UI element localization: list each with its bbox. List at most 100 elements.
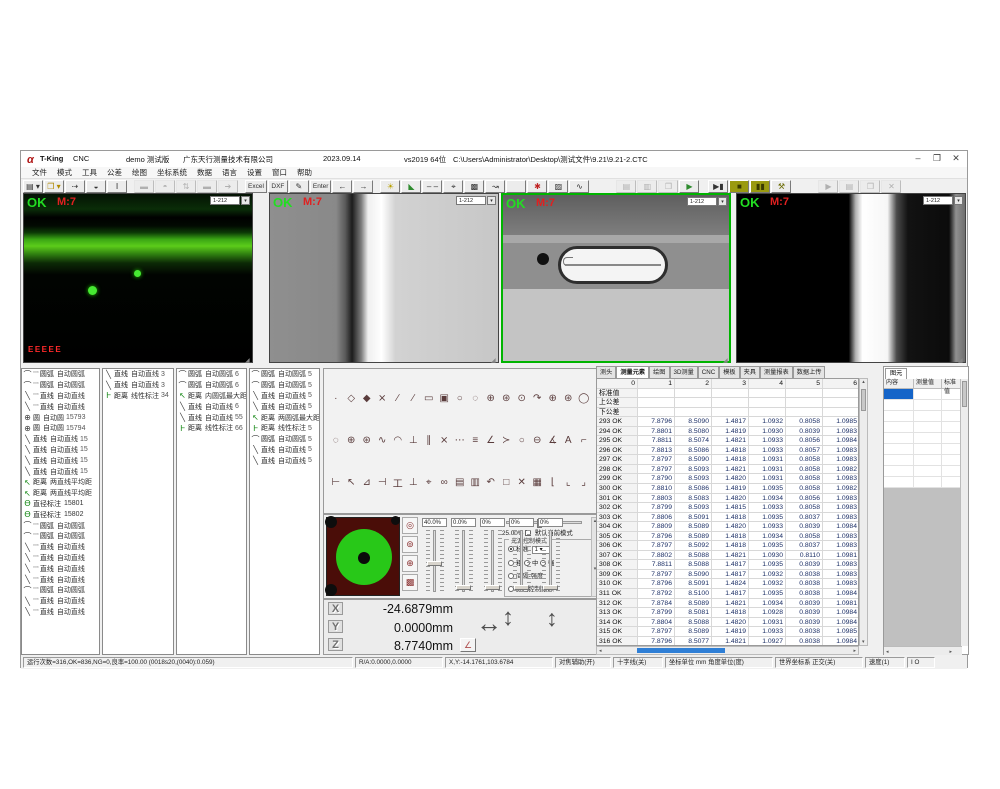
enter-button[interactable]: Enter [310, 180, 332, 193]
list-item[interactable]: ⌒***圆弧自动圆弧 [22, 380, 99, 391]
jog-z-icon[interactable]: ↕ [546, 605, 558, 632]
magnifier-button[interactable]: ⌖ [443, 180, 463, 193]
curve-tool-button[interactable]: ↝ [485, 180, 505, 193]
table-row[interactable]: 315 OK7.87978.50891.48191.09330.80381.09… [597, 627, 858, 637]
blank-tool-button[interactable] [506, 180, 526, 193]
tab-测头[interactable]: 测头 [596, 366, 616, 378]
camera-selector-arrow-icon[interactable]: ▾ [487, 196, 496, 205]
play-to-end-button[interactable]: ▶▮ [708, 180, 728, 193]
stop-button[interactable]: ■ [729, 180, 749, 193]
camera-view-4[interactable]: OK M:7 1-212 ▾ [736, 193, 966, 363]
measure-tool-icon[interactable]: ▤ [452, 477, 468, 488]
list-item[interactable]: ↖距离两圆弧最大距 [250, 412, 319, 423]
camera-selector-arrow-icon[interactable]: ▾ [954, 196, 963, 205]
figure-row[interactable] [884, 400, 962, 411]
arrow-left-button[interactable]: ← [332, 180, 352, 193]
measure-tool-icon[interactable]: ∕ [390, 393, 406, 404]
camera-selector-arrow-icon[interactable]: ▾ [718, 197, 727, 206]
measure-tool-icon[interactable]: ⊕ [545, 393, 561, 404]
light-bulb-button[interactable]: ☀ [380, 180, 400, 193]
resize-grip-icon[interactable]: ◢ [723, 357, 728, 364]
table-row[interactable]: 294 OK7.88018.50801.48191.09300.80391.09… [597, 427, 858, 437]
measure-tool-icon[interactable]: ▣ [437, 393, 453, 404]
menu-item-设置[interactable]: 设置 [242, 167, 267, 178]
measure-tool-icon[interactable]: ↷ [530, 393, 546, 404]
measure-tool-icon[interactable]: ⊢ [328, 477, 344, 488]
slider-thumb[interactable] [427, 561, 442, 566]
tab-测量报表[interactable]: 测量报表 [760, 366, 793, 378]
measure-tool-icon[interactable]: ≻ [499, 435, 515, 446]
list-item[interactable]: ⊕圆自动圆15794 [22, 423, 99, 434]
dither-button[interactable]: ▨ [548, 180, 568, 193]
table-row[interactable]: 296 OK7.88138.50861.48181.09330.80571.09… [597, 446, 858, 456]
figure-row[interactable] [884, 444, 962, 455]
list-item[interactable]: ╲直线自动直线5 [250, 391, 319, 402]
tab-夹具[interactable]: 夹具 [740, 366, 760, 378]
light-slider[interactable]: 40.0% [422, 518, 448, 596]
measure-tool-icon[interactable]: ↖ [344, 477, 360, 488]
measure-tool-icon[interactable]: ≡ [468, 435, 484, 446]
chart-tool-button[interactable]: ∿ [569, 180, 589, 193]
camera-view-1[interactable]: OK M:7 1-212 ▾ EEEEE [23, 193, 253, 363]
light-channel-icon[interactable]: ⊕ [402, 555, 418, 572]
list-item[interactable]: Ⱶ距离线性标注34 [103, 391, 173, 402]
list-item[interactable]: ╲直线自动直线5 [250, 401, 319, 412]
measure-tool-icon[interactable]: ↶ [483, 477, 499, 488]
list-item[interactable]: ╲直线自动直线3 [103, 380, 173, 391]
list-item[interactable]: Ⱶ距离线性标注66 [177, 423, 246, 434]
measure-tool-icon[interactable]: ◇ [344, 393, 360, 404]
table-row[interactable]: 300 OK7.88108.50861.48191.09350.80581.09… [597, 484, 858, 494]
light-channel-icon[interactable]: ⊚ [402, 536, 418, 553]
list-item[interactable]: ⌒***圆弧自动圆弧 [22, 369, 99, 380]
measure-tool-icon[interactable]: ⨯ [437, 435, 453, 446]
table-row[interactable]: 311 OK7.87928.51001.48171.09350.80381.09… [597, 589, 858, 599]
figure-row[interactable] [884, 477, 962, 488]
tab-数据上传[interactable]: 数据上传 [793, 366, 826, 378]
table-row[interactable]: 306 OK7.87978.50921.48181.09350.80371.09… [597, 541, 858, 551]
list-item[interactable]: ╲直线自动直线15 [22, 466, 99, 477]
table-row[interactable]: 305 OK7.87968.50891.48181.09340.80581.09… [597, 532, 858, 542]
laser-star-button[interactable]: ✱ [527, 180, 547, 193]
table-row[interactable]: 310 OK7.87968.50911.48241.09320.80381.09… [597, 579, 858, 589]
measure-tool-icon[interactable]: ∡ [545, 435, 561, 446]
slider-thumb[interactable] [543, 585, 558, 590]
lens-down-button[interactable]: ◓ [155, 180, 175, 193]
hscroll-right-icon[interactable]: ▸ [853, 648, 856, 654]
menu-item-工具[interactable]: 工具 [77, 167, 102, 178]
measure-tool-icon[interactable]: ▥ [468, 477, 484, 488]
measure-tool-icon[interactable]: · [328, 393, 344, 404]
measure-tool-icon[interactable]: ◯ [576, 393, 592, 404]
tab-CNC[interactable]: CNC [698, 366, 719, 378]
jog-xy-vertical-icon[interactable]: ↕ [502, 604, 514, 632]
menu-item-坐标系统[interactable]: 坐标系统 [152, 167, 192, 178]
measure-tool-icon[interactable]: ⊕ [344, 435, 360, 446]
measure-tool-icon[interactable]: ∥ [421, 435, 437, 446]
image-view-button[interactable]: ◣ [401, 180, 421, 193]
measure-tool-icon[interactable]: ∞ [437, 477, 453, 488]
measure-tool-icon[interactable]: □ [499, 477, 515, 488]
list-item[interactable]: ↖距离两直线平均距 [22, 488, 99, 499]
list-item[interactable]: ╲***直线自动直线 [22, 596, 99, 607]
figure-vscrollbar[interactable] [960, 379, 968, 646]
list-item[interactable]: ╲直线自动直线5 [250, 445, 319, 456]
list-item[interactable]: ╲直线自动直线5 [250, 455, 319, 466]
play-button[interactable]: ▶ [679, 180, 699, 193]
measure-tool-icon[interactable]: ⨯ [375, 393, 391, 404]
table-row[interactable]: 298 OK7.87978.50931.48211.09310.80581.09… [597, 465, 858, 475]
camera-view-2[interactable]: OK M:7 1-212 ▾ [269, 193, 499, 363]
list-item[interactable]: ↖距离内圆弧最大距 [177, 391, 246, 402]
measure-tool-icon[interactable]: ⌐ [576, 435, 592, 446]
menu-item-数据[interactable]: 数据 [192, 167, 217, 178]
measure-tool-icon[interactable]: ⌊ [545, 477, 561, 488]
tab-3D测量[interactable]: 3D测量 [670, 366, 698, 378]
list-item[interactable]: Ⱶ距离线性标注5 [250, 423, 319, 434]
open-run-button[interactable]: ❒ [658, 180, 678, 193]
measure-tool-icon[interactable]: ⊛ [499, 393, 515, 404]
list-item[interactable]: ⌒***圆弧自动圆弧 [22, 531, 99, 542]
measure-tool-icon[interactable]: ▦ [530, 477, 546, 488]
list-item[interactable]: ╲直线自动直线55 [177, 412, 246, 423]
menu-item-语言[interactable]: 语言 [217, 167, 242, 178]
menu-item-公差[interactable]: 公差 [102, 167, 127, 178]
export-dxf-button[interactable]: DXF [268, 180, 288, 193]
measure-tool-icon[interactable]: ⊥ [406, 435, 422, 446]
